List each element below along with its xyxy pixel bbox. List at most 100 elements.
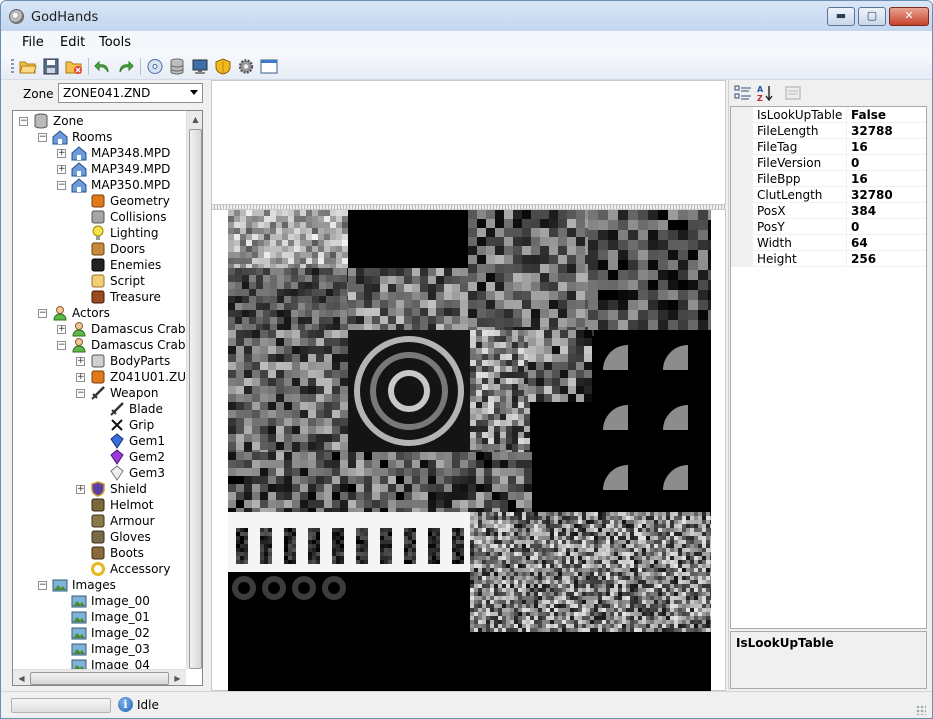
expand-icon[interactable]: + <box>76 485 85 494</box>
collapse-icon[interactable]: − <box>38 581 47 590</box>
zone-tree[interactable]: − Zone − Rooms + MAP348.MPD + MAP349.MPD − MAP350… <box>12 110 203 686</box>
property-value[interactable]: 16 <box>851 172 868 186</box>
property-value[interactable]: 384 <box>851 204 876 218</box>
tree-node[interactable]: Image_02 <box>13 625 185 641</box>
tree-node[interactable]: + Damascus Crab <box>13 321 185 337</box>
column-divider[interactable] <box>846 251 847 267</box>
tree-node[interactable]: Lighting <box>13 225 185 241</box>
column-divider[interactable] <box>846 107 847 123</box>
property-pages-icon[interactable] <box>784 84 802 102</box>
save-icon[interactable] <box>42 58 60 75</box>
property-row[interactable]: PosX 384 <box>731 203 926 219</box>
property-row[interactable]: FileTag 16 <box>731 139 926 155</box>
collapse-icon[interactable]: − <box>38 133 47 142</box>
column-divider[interactable] <box>846 219 847 235</box>
monitor-icon[interactable] <box>191 58 209 75</box>
tree-node[interactable]: Collisions <box>13 209 185 225</box>
scroll-up-icon[interactable]: ▲ <box>187 111 202 128</box>
tree-node[interactable]: Grip <box>13 417 185 433</box>
scroll-thumb[interactable] <box>189 129 202 669</box>
expand-icon[interactable]: + <box>76 357 85 366</box>
tree-node[interactable]: + MAP348.MPD <box>13 145 185 161</box>
close-button[interactable]: ✕ <box>889 7 929 26</box>
title-bar[interactable]: GodHands ▬ ▢ ✕ <box>1 1 932 31</box>
expand-icon[interactable]: + <box>57 149 66 158</box>
tree-node[interactable]: − Rooms <box>13 129 185 145</box>
tree-node[interactable]: − Images <box>13 577 185 593</box>
resize-grip-icon[interactable] <box>916 705 926 715</box>
tree-node[interactable]: Helmot <box>13 497 185 513</box>
property-value[interactable]: 32780 <box>851 188 893 202</box>
tree-node[interactable]: − Damascus Crab <box>13 337 185 353</box>
expand-icon[interactable]: + <box>76 373 85 382</box>
property-row[interactable]: FileBpp 16 <box>731 171 926 187</box>
property-row[interactable]: FileLength 32788 <box>731 123 926 139</box>
tree-vertical-scrollbar[interactable]: ▲ <box>186 111 202 669</box>
tree-node[interactable]: Script <box>13 273 185 289</box>
column-divider[interactable] <box>846 171 847 187</box>
property-row[interactable]: FileVersion 0 <box>731 155 926 171</box>
redo-icon[interactable] <box>116 58 134 75</box>
tree-node[interactable]: Doors <box>13 241 185 257</box>
collapse-icon[interactable]: − <box>19 117 28 126</box>
collapse-icon[interactable]: − <box>57 341 66 350</box>
open-folder-icon[interactable] <box>19 58 37 75</box>
collapse-icon[interactable]: − <box>57 181 66 190</box>
undo-icon[interactable] <box>94 58 112 75</box>
chevron-down-icon[interactable] <box>190 90 198 95</box>
expand-icon[interactable]: + <box>57 325 66 334</box>
tree-node[interactable]: − Actors <box>13 305 185 321</box>
column-divider[interactable] <box>846 155 847 171</box>
tree-horizontal-scrollbar[interactable]: ◀ ▶ <box>13 669 186 685</box>
tree-node[interactable]: Geometry <box>13 193 185 209</box>
tree-node[interactable]: Gem2 <box>13 449 185 465</box>
categorized-icon[interactable] <box>734 84 752 102</box>
tree-node[interactable]: Image_01 <box>13 609 185 625</box>
property-value[interactable]: 0 <box>851 220 859 234</box>
expand-icon[interactable]: + <box>57 165 66 174</box>
gear-icon[interactable] <box>237 58 255 75</box>
close-folder-icon[interactable] <box>65 58 83 75</box>
tree-node[interactable]: Gem1 <box>13 433 185 449</box>
tree-node[interactable]: Treasure <box>13 289 185 305</box>
shield-icon[interactable] <box>214 58 232 75</box>
property-row[interactable]: IsLookUpTable False <box>731 107 926 123</box>
maximize-button[interactable]: ▢ <box>858 7 886 26</box>
tree-node[interactable]: + BodyParts <box>13 353 185 369</box>
zone-dropdown[interactable]: ZONE041.ZND <box>58 83 203 103</box>
database-icon[interactable] <box>168 58 186 75</box>
tree-node[interactable]: Enemies <box>13 257 185 273</box>
property-value[interactable]: False <box>851 108 886 122</box>
disc-icon[interactable] <box>146 58 164 75</box>
tree-node[interactable]: Boots <box>13 545 185 561</box>
property-value[interactable]: 256 <box>851 252 876 266</box>
property-row[interactable]: Height 256 <box>731 251 926 267</box>
tree-node[interactable]: − Weapon <box>13 385 185 401</box>
property-grid[interactable]: IsLookUpTable False FileLength 32788 FileTag… <box>730 106 927 629</box>
tree-node[interactable]: + Z041U01.ZUD <box>13 369 195 385</box>
scroll-left-icon[interactable]: ◀ <box>13 670 30 685</box>
tree-node[interactable]: − Zone <box>13 113 185 129</box>
window-icon[interactable] <box>260 58 278 75</box>
property-value[interactable]: 16 <box>851 140 868 154</box>
collapse-icon[interactable]: − <box>38 309 47 318</box>
property-value[interactable]: 64 <box>851 236 868 250</box>
property-row[interactable]: ClutLength 32780 <box>731 187 926 203</box>
menu-file[interactable]: File <box>22 35 44 50</box>
tree-node[interactable]: − MAP350.MPD <box>13 177 185 193</box>
tree-node[interactable]: + MAP349.MPD <box>13 161 185 177</box>
column-divider[interactable] <box>846 139 847 155</box>
tree-node[interactable]: Image_03 <box>13 641 185 657</box>
tree-node[interactable]: Accessory <box>13 561 185 577</box>
collapse-icon[interactable]: − <box>76 389 85 398</box>
tree-node[interactable]: Blade <box>13 401 185 417</box>
tree-node[interactable]: Armour <box>13 513 185 529</box>
menu-tools[interactable]: Tools <box>99 35 131 50</box>
property-row[interactable]: PosY 0 <box>731 219 926 235</box>
column-divider[interactable] <box>846 203 847 219</box>
property-row[interactable]: Width 64 <box>731 235 926 251</box>
column-divider[interactable] <box>846 123 847 139</box>
property-value[interactable]: 0 <box>851 156 859 170</box>
tree-node[interactable]: Gem3 <box>13 465 185 481</box>
tree-node[interactable]: + Shield <box>13 481 185 497</box>
